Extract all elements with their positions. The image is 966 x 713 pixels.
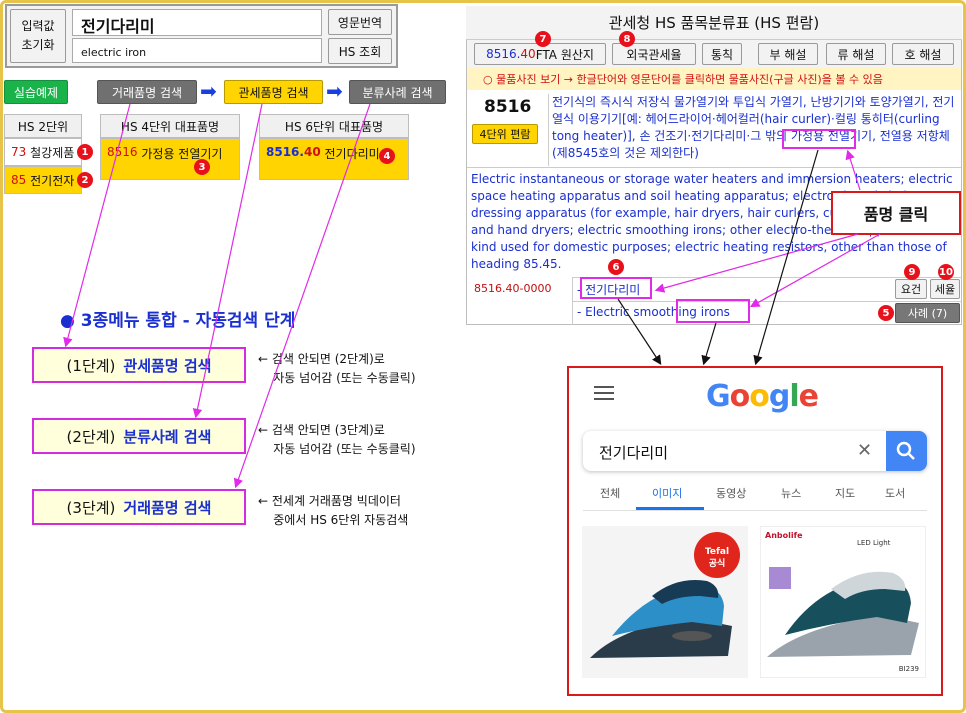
connector [749, 233, 881, 308]
connector [654, 233, 859, 293]
connector [617, 298, 662, 366]
connector [845, 149, 861, 191]
connector-lines [63, 103, 881, 489]
connector [192, 103, 263, 419]
connector [233, 103, 371, 489]
connector [63, 103, 131, 348]
connector [701, 322, 717, 366]
connector [753, 149, 819, 366]
